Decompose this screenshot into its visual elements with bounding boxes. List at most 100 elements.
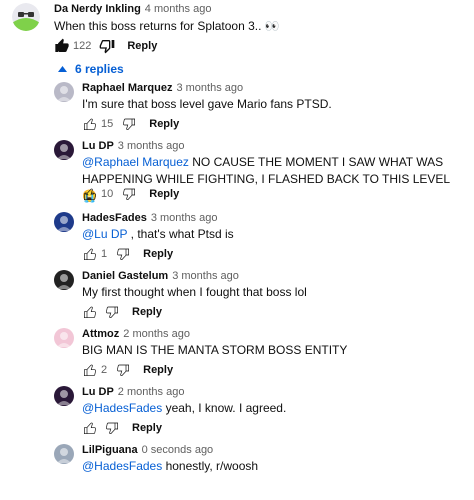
like-count: 10	[101, 188, 114, 200]
avatar[interactable]	[54, 82, 74, 102]
thumbs-up-icon	[84, 364, 97, 376]
timestamp[interactable]: 3 months ago	[151, 212, 218, 224]
reply-comment: Lu DP 3 months ago @Raphael Marquez NO CAU…	[0, 138, 474, 203]
avatar-image	[57, 144, 71, 159]
thumbs-down-icon	[117, 364, 130, 376]
thumbs-up-icon	[84, 248, 97, 260]
comment-body: , that's what Ptsd is	[127, 227, 234, 241]
reply-comment: LilPiguana 0 seconds ago @HadesFades hones…	[0, 442, 474, 500]
comment-header: LilPiguana 0 seconds ago	[82, 444, 213, 456]
author-name[interactable]: Attmoz	[82, 328, 119, 340]
comment-text: @Lu DP , that's what Ptsd is	[82, 226, 464, 243]
like-button[interactable]	[54, 38, 70, 54]
avatar[interactable]	[54, 444, 74, 464]
comment-actions: 1 Reply	[82, 244, 173, 264]
mention-link[interactable]: @Raphael Marquez	[82, 155, 189, 169]
dislike-button[interactable]	[121, 186, 137, 202]
author-name[interactable]: Lu DP	[82, 386, 114, 398]
author-name[interactable]: LilPiguana	[82, 444, 138, 456]
reply-comment: Raphael Marquez 3 months ago I'm sure that…	[0, 80, 474, 138]
comment-text: @HadesFades yeah, I know. I agreed.	[82, 400, 464, 417]
like-button[interactable]	[82, 362, 98, 378]
dislike-button[interactable]	[104, 304, 120, 320]
timestamp[interactable]: 3 months ago	[172, 270, 239, 282]
like-button[interactable]	[82, 246, 98, 262]
dislike-button[interactable]	[121, 116, 137, 132]
like-button[interactable]	[82, 186, 98, 202]
replies-count: 6 replies	[75, 62, 124, 76]
comment-body: honestly, r/woosh	[162, 459, 259, 473]
reply-button[interactable]: Reply	[143, 364, 173, 376]
author-name[interactable]: Lu DP	[82, 140, 114, 152]
like-count: 122	[73, 40, 92, 52]
avatar[interactable]	[54, 328, 74, 348]
reply-button[interactable]: Reply	[149, 118, 179, 130]
thumbs-down-icon	[100, 40, 115, 54]
thumbs-down-icon	[105, 422, 118, 434]
author-name[interactable]: Da Nerdy Inkling	[54, 3, 141, 15]
reply-button[interactable]: Reply	[132, 306, 162, 318]
avatar-image	[12, 3, 40, 31]
thumbs-down-icon	[105, 306, 118, 318]
reply-button[interactable]: Reply	[149, 188, 179, 200]
mention-link[interactable]: @HadesFades	[82, 459, 162, 473]
reply-comment: Daniel Gastelum 3 months ago My first thou…	[0, 268, 474, 326]
reply-button[interactable]: Reply	[132, 422, 162, 434]
avatar-image	[57, 86, 71, 101]
comment-header: Lu DP 3 months ago	[82, 140, 184, 152]
thumbs-up-icon	[84, 188, 97, 200]
timestamp[interactable]: 3 months ago	[118, 140, 185, 152]
like-count: 2	[101, 364, 108, 376]
dislike-button[interactable]	[99, 38, 115, 54]
comment-header: Attmoz 2 months ago	[82, 328, 190, 340]
author-name[interactable]: Raphael Marquez	[82, 82, 172, 94]
mention-link[interactable]: @Lu DP	[82, 227, 127, 241]
comment-text: @HadesFades honestly, r/woosh	[82, 458, 464, 475]
like-button[interactable]	[82, 116, 98, 132]
avatar-image	[57, 390, 71, 405]
reply-button[interactable]: Reply	[127, 40, 157, 52]
reply-button[interactable]: Reply	[143, 248, 173, 260]
comment-text: BIG MAN IS THE MANTA STORM BOSS ENTITY	[82, 342, 464, 359]
comment-header: HadesFades 3 months ago	[82, 212, 217, 224]
comment-header: Raphael Marquez 3 months ago	[82, 82, 243, 94]
replies-toggle[interactable]: 6 replies	[58, 62, 124, 76]
thumbs-up-icon	[84, 422, 97, 434]
avatar-image	[57, 274, 71, 289]
avatar[interactable]	[54, 270, 74, 290]
like-count: 15	[101, 118, 114, 130]
top-comment: Da Nerdy Inkling 4 months ago When this b…	[0, 0, 474, 60]
like-button[interactable]	[82, 420, 98, 436]
avatar[interactable]	[54, 386, 74, 406]
timestamp[interactable]: 2 months ago	[123, 328, 190, 340]
timestamp[interactable]: 4 months ago	[145, 3, 212, 15]
comment-text: I'm sure that boss level gave Mario fans…	[82, 96, 464, 113]
comment-actions: 122 Reply	[54, 36, 157, 56]
timestamp[interactable]: 0 seconds ago	[142, 444, 214, 456]
comment-body: I'm sure that boss level gave Mario fans…	[82, 97, 332, 111]
comment-text: My first thought when I fought that boss…	[82, 284, 464, 301]
author-name[interactable]: Daniel Gastelum	[82, 270, 168, 282]
dislike-button[interactable]	[104, 420, 120, 436]
like-count: 1	[101, 248, 108, 260]
like-button[interactable]	[82, 304, 98, 320]
comment-actions: 10 Reply	[82, 184, 179, 204]
thumbs-down-icon	[117, 248, 130, 260]
avatar[interactable]	[54, 140, 74, 160]
comment-header: Da Nerdy Inkling 4 months ago	[54, 3, 211, 15]
dislike-button[interactable]	[115, 246, 131, 262]
comment-body: yeah, I know. I agreed.	[162, 401, 287, 415]
author-name[interactable]: HadesFades	[82, 212, 147, 224]
timestamp[interactable]: 3 months ago	[176, 82, 243, 94]
avatar-image	[57, 216, 71, 231]
reply-comment: Lu DP 2 months ago @HadesFades yeah, I kno…	[0, 384, 474, 442]
dislike-button[interactable]	[115, 362, 131, 378]
avatar[interactable]	[54, 212, 74, 232]
thumbs-up-icon	[84, 118, 97, 130]
thumbs-down-icon	[123, 118, 136, 130]
mention-link[interactable]: @HadesFades	[82, 401, 162, 415]
thumbs-up-filled-icon	[55, 38, 69, 52]
avatar[interactable]	[12, 3, 40, 31]
timestamp[interactable]: 2 months ago	[118, 386, 185, 398]
comment-body: BIG MAN IS THE MANTA STORM BOSS ENTITY	[82, 343, 348, 357]
